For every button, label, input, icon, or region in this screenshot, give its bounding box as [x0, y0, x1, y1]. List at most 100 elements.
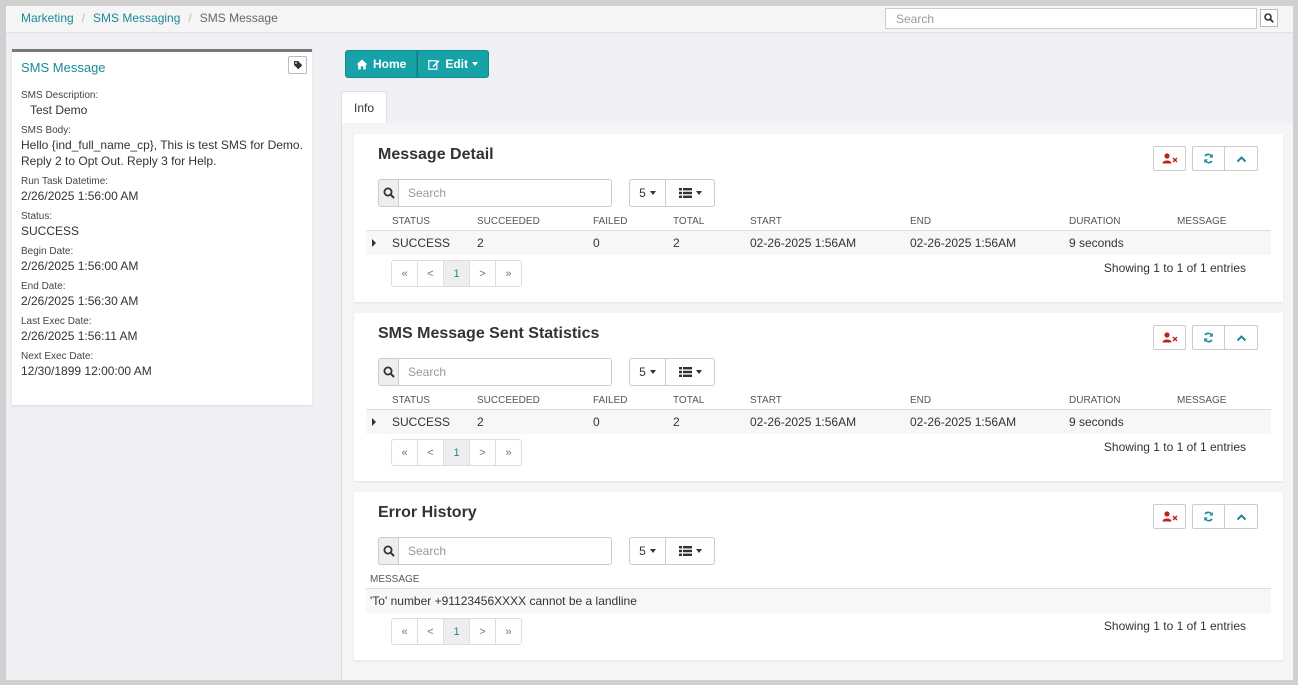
table-header: STATUS SUCCEEDED FAILED TOTAL START END … — [366, 213, 1271, 231]
refresh-button[interactable] — [1192, 146, 1225, 171]
card-title: SMS Message Sent Statistics — [378, 325, 600, 342]
breadcrumb-current: SMS Message — [199, 11, 278, 25]
page-next-button[interactable]: > — [469, 439, 496, 466]
list-icon — [678, 546, 692, 556]
tag-button[interactable] — [288, 56, 307, 74]
sms-message-summary-panel: SMS Message SMS Description: Test Demo S… — [12, 49, 312, 405]
cell-failed: 0 — [593, 415, 600, 429]
list-icon — [678, 367, 692, 377]
column-header-duration[interactable]: DURATION — [1069, 216, 1120, 227]
cell-status: SUCCESS — [392, 236, 451, 250]
column-header-total[interactable]: TOTAL — [673, 216, 704, 227]
user-remove-icon — [1162, 511, 1177, 522]
panel-title: SMS Message — [21, 60, 106, 75]
card-tools — [1150, 146, 1258, 171]
cell-end: 02-26-2025 1:56AM — [910, 415, 1017, 429]
user-remove-icon — [1162, 153, 1177, 164]
page-prev-button[interactable]: < — [417, 618, 444, 645]
column-header-message[interactable]: MESSAGE — [1177, 216, 1226, 227]
collapse-button[interactable] — [1225, 146, 1258, 171]
collapse-button[interactable] — [1225, 504, 1258, 529]
column-header-succeeded[interactable]: SUCCEEDED — [477, 395, 540, 406]
table-search-input[interactable] — [398, 358, 612, 386]
page-first-button[interactable]: « — [391, 618, 418, 645]
page-size-value: 5 — [639, 365, 646, 379]
page-last-button[interactable]: » — [495, 618, 522, 645]
home-button[interactable]: Home — [345, 50, 418, 78]
column-header-status[interactable]: STATUS — [392, 395, 430, 406]
edit-dropdown-button[interactable]: Edit — [417, 50, 490, 78]
remove-user-button[interactable] — [1153, 504, 1186, 529]
search-icon — [383, 545, 395, 557]
column-header-total[interactable]: TOTAL — [673, 395, 704, 406]
column-header-duration[interactable]: DURATION — [1069, 395, 1120, 406]
page-prev-button[interactable]: < — [417, 260, 444, 287]
page-last-button[interactable]: » — [495, 260, 522, 287]
collapse-button[interactable] — [1225, 325, 1258, 350]
page-first-button[interactable]: « — [391, 260, 418, 287]
table-row[interactable]: SUCCESS 2 0 2 02-26-2025 1:56AM 02-26-20… — [366, 410, 1271, 434]
global-search-input[interactable] — [885, 8, 1257, 29]
column-header-failed[interactable]: FAILED — [593, 216, 627, 227]
chevron-up-icon — [1236, 334, 1246, 341]
column-header-message[interactable]: MESSAGE — [370, 574, 419, 585]
breadcrumb-separator: / — [188, 11, 192, 25]
columns-toggle-button[interactable] — [666, 179, 715, 207]
page-next-button[interactable]: > — [469, 618, 496, 645]
card-tools — [1150, 325, 1258, 350]
page-size-value: 5 — [639, 186, 646, 200]
error-history-card: Error History 5 — [354, 492, 1283, 660]
user-remove-icon — [1162, 332, 1177, 343]
columns-toggle-button[interactable] — [666, 537, 715, 565]
table-search-input[interactable] — [398, 537, 612, 565]
cell-total: 2 — [673, 236, 680, 250]
page-number-button[interactable]: 1 — [443, 439, 470, 466]
chevron-down-icon — [472, 62, 479, 66]
column-header-status[interactable]: STATUS — [392, 216, 430, 227]
field-value-end-date: 2/26/2025 1:56:30 AM — [21, 294, 139, 308]
field-label-status: Status: — [21, 211, 53, 222]
cell-message: 'To' number +91123456XXXX cannot be a la… — [370, 594, 637, 608]
cell-total: 2 — [673, 415, 680, 429]
column-header-end[interactable]: END — [910, 216, 931, 227]
table-search — [378, 537, 612, 565]
column-header-message[interactable]: MESSAGE — [1177, 395, 1226, 406]
table-row[interactable]: SUCCESS 2 0 2 02-26-2025 1:56AM 02-26-20… — [366, 231, 1271, 255]
breadcrumb-sms-messaging[interactable]: SMS Messaging — [93, 11, 180, 25]
page-size-select[interactable]: 5 — [629, 179, 666, 207]
cell-duration: 9 seconds — [1069, 236, 1124, 250]
breadcrumb-separator: / — [81, 11, 86, 25]
expand-row-icon[interactable] — [372, 239, 376, 247]
columns-toggle-button[interactable] — [666, 358, 715, 386]
expand-row-icon[interactable] — [372, 418, 376, 426]
column-header-failed[interactable]: FAILED — [593, 395, 627, 406]
tab-info[interactable]: Info — [341, 91, 387, 124]
cell-failed: 0 — [593, 236, 600, 250]
page-last-button[interactable]: » — [495, 439, 522, 466]
home-icon — [356, 59, 368, 69]
page-number-button[interactable]: 1 — [443, 260, 470, 287]
table-search-input[interactable] — [398, 179, 612, 207]
column-header-end[interactable]: END — [910, 395, 931, 406]
refresh-button[interactable] — [1192, 504, 1225, 529]
remove-user-button[interactable] — [1153, 146, 1186, 171]
global-search-button[interactable] — [1260, 9, 1278, 27]
page-size-select[interactable]: 5 — [629, 358, 666, 386]
cell-start: 02-26-2025 1:56AM — [750, 236, 857, 250]
page-next-button[interactable]: > — [469, 260, 496, 287]
column-header-start[interactable]: START — [750, 395, 782, 406]
entries-info: Showing 1 to 1 of 1 entries — [1103, 440, 1246, 454]
remove-user-button[interactable] — [1153, 325, 1186, 350]
table-header: STATUS SUCCEEDED FAILED TOTAL START END … — [366, 392, 1271, 410]
table-row[interactable]: 'To' number +91123456XXXX cannot be a la… — [366, 589, 1271, 613]
page-number-button[interactable]: 1 — [443, 618, 470, 645]
card-title: Message Detail — [378, 146, 494, 163]
page-size-select[interactable]: 5 — [629, 537, 666, 565]
page-prev-button[interactable]: < — [417, 439, 444, 466]
refresh-button[interactable] — [1192, 325, 1225, 350]
cell-succeeded: 2 — [477, 415, 484, 429]
column-header-succeeded[interactable]: SUCCEEDED — [477, 216, 540, 227]
page-first-button[interactable]: « — [391, 439, 418, 466]
column-header-start[interactable]: START — [750, 216, 782, 227]
breadcrumb-marketing[interactable]: Marketing — [21, 11, 74, 25]
